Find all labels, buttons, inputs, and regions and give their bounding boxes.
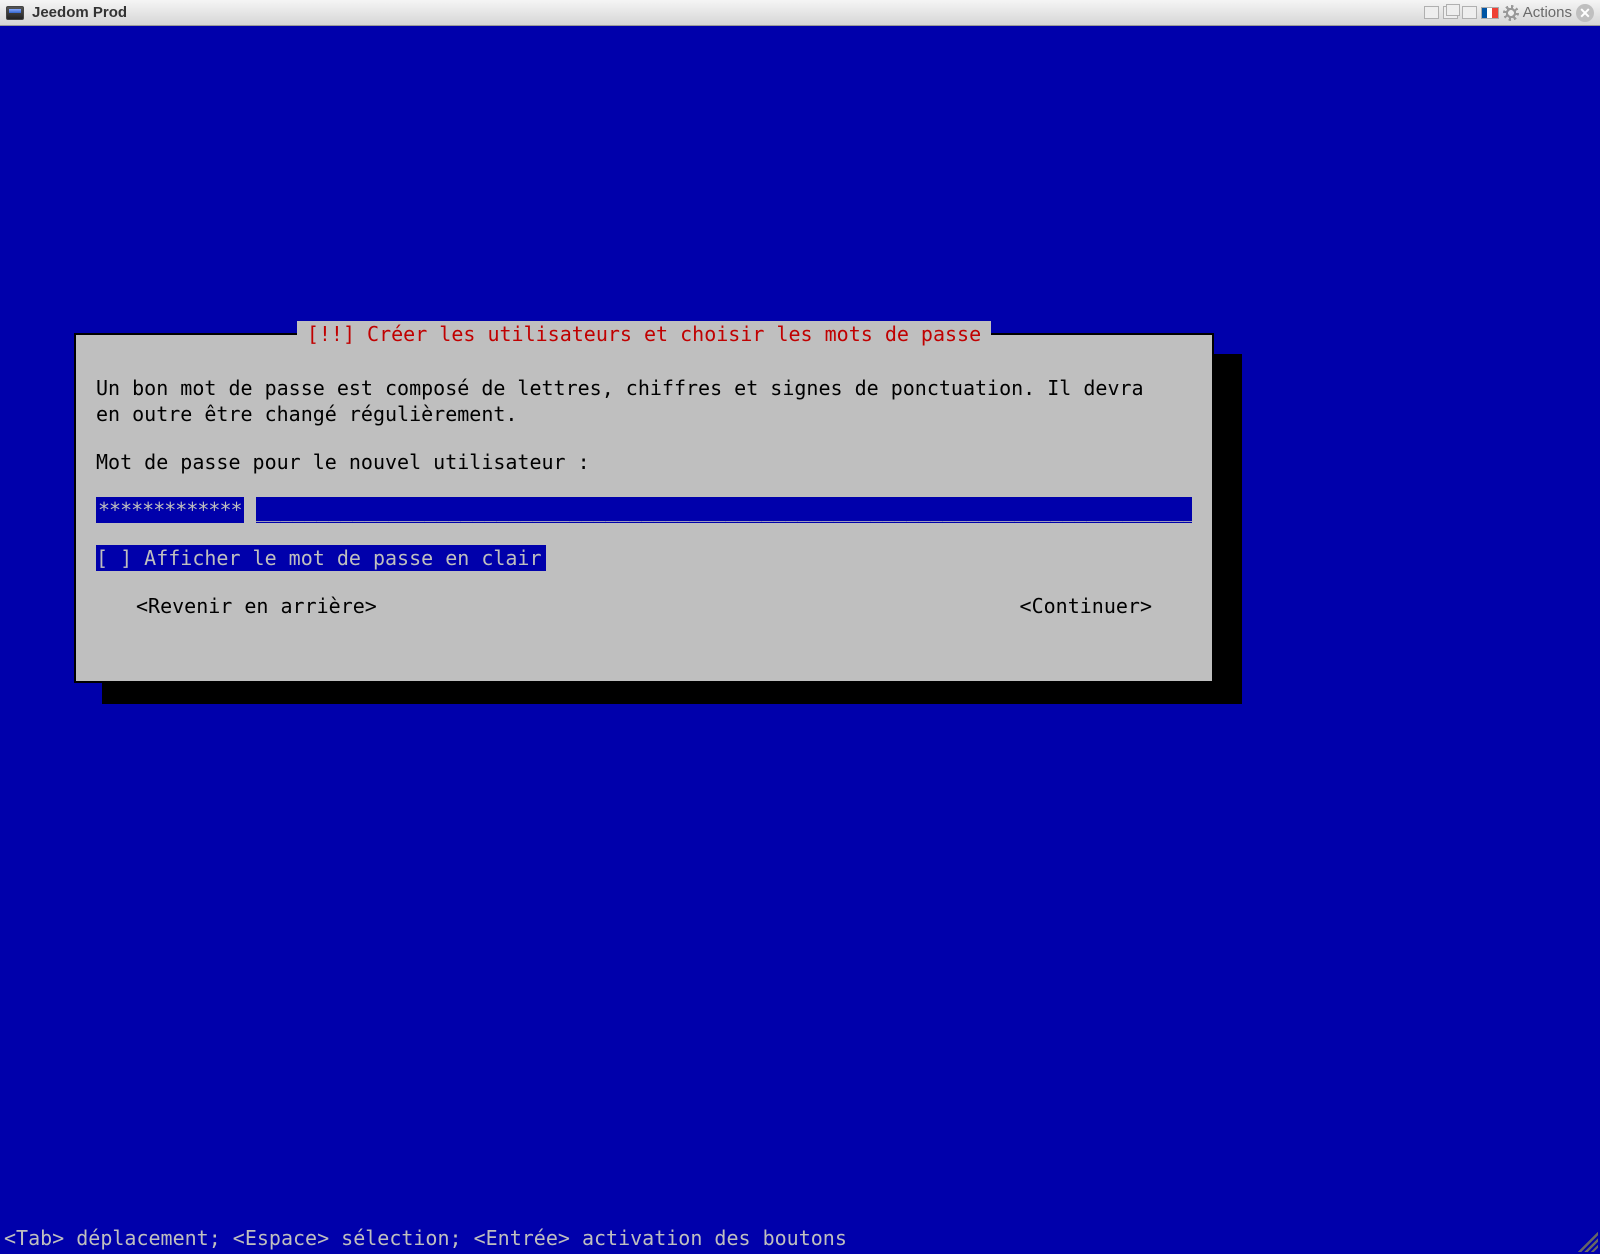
password-prompt: Mot de passe pour le nouvel utilisateur … xyxy=(96,449,1192,475)
text-cursor xyxy=(244,497,256,523)
close-button[interactable]: ✕ xyxy=(1576,4,1594,22)
actions-label: Actions xyxy=(1523,4,1572,21)
window-titlebar: Jeedom Prod Actions ✕ xyxy=(0,0,1600,26)
password-masked-value: ************* xyxy=(96,497,244,523)
dialog-title: [!!] Créer les utilisateurs et choisir l… xyxy=(297,321,991,347)
toolbar-button-3[interactable] xyxy=(1462,6,1477,19)
show-password-checkbox[interactable]: [ ] Afficher le mot de passe en clair xyxy=(96,545,546,571)
window-title: Jeedom Prod xyxy=(32,4,127,21)
password-underline-fill: ________________________________________… xyxy=(256,497,1192,523)
continue-button[interactable]: <Continuer> xyxy=(1020,593,1152,619)
password-input[interactable]: ************* __________________________… xyxy=(96,497,1192,523)
back-button[interactable]: <Revenir en arrière> xyxy=(136,593,377,619)
resize-grip-icon[interactable] xyxy=(1578,1232,1598,1252)
console-screen: [!!] Créer les utilisateurs et choisir l… xyxy=(0,26,1600,1254)
toolbar-button-2[interactable] xyxy=(1443,6,1458,19)
help-line: <Tab> déplacement; <Espace> sélection; <… xyxy=(4,1226,847,1250)
installer-dialog: [!!] Créer les utilisateurs et choisir l… xyxy=(74,333,1214,683)
toolbar-button-1[interactable] xyxy=(1424,6,1439,19)
flag-france-icon[interactable] xyxy=(1481,7,1499,19)
app-icon xyxy=(6,6,24,20)
gear-icon xyxy=(1503,5,1519,21)
actions-menu[interactable]: Actions xyxy=(1503,4,1572,21)
dialog-description: Un bon mot de passe est composé de lettr… xyxy=(96,375,1192,427)
